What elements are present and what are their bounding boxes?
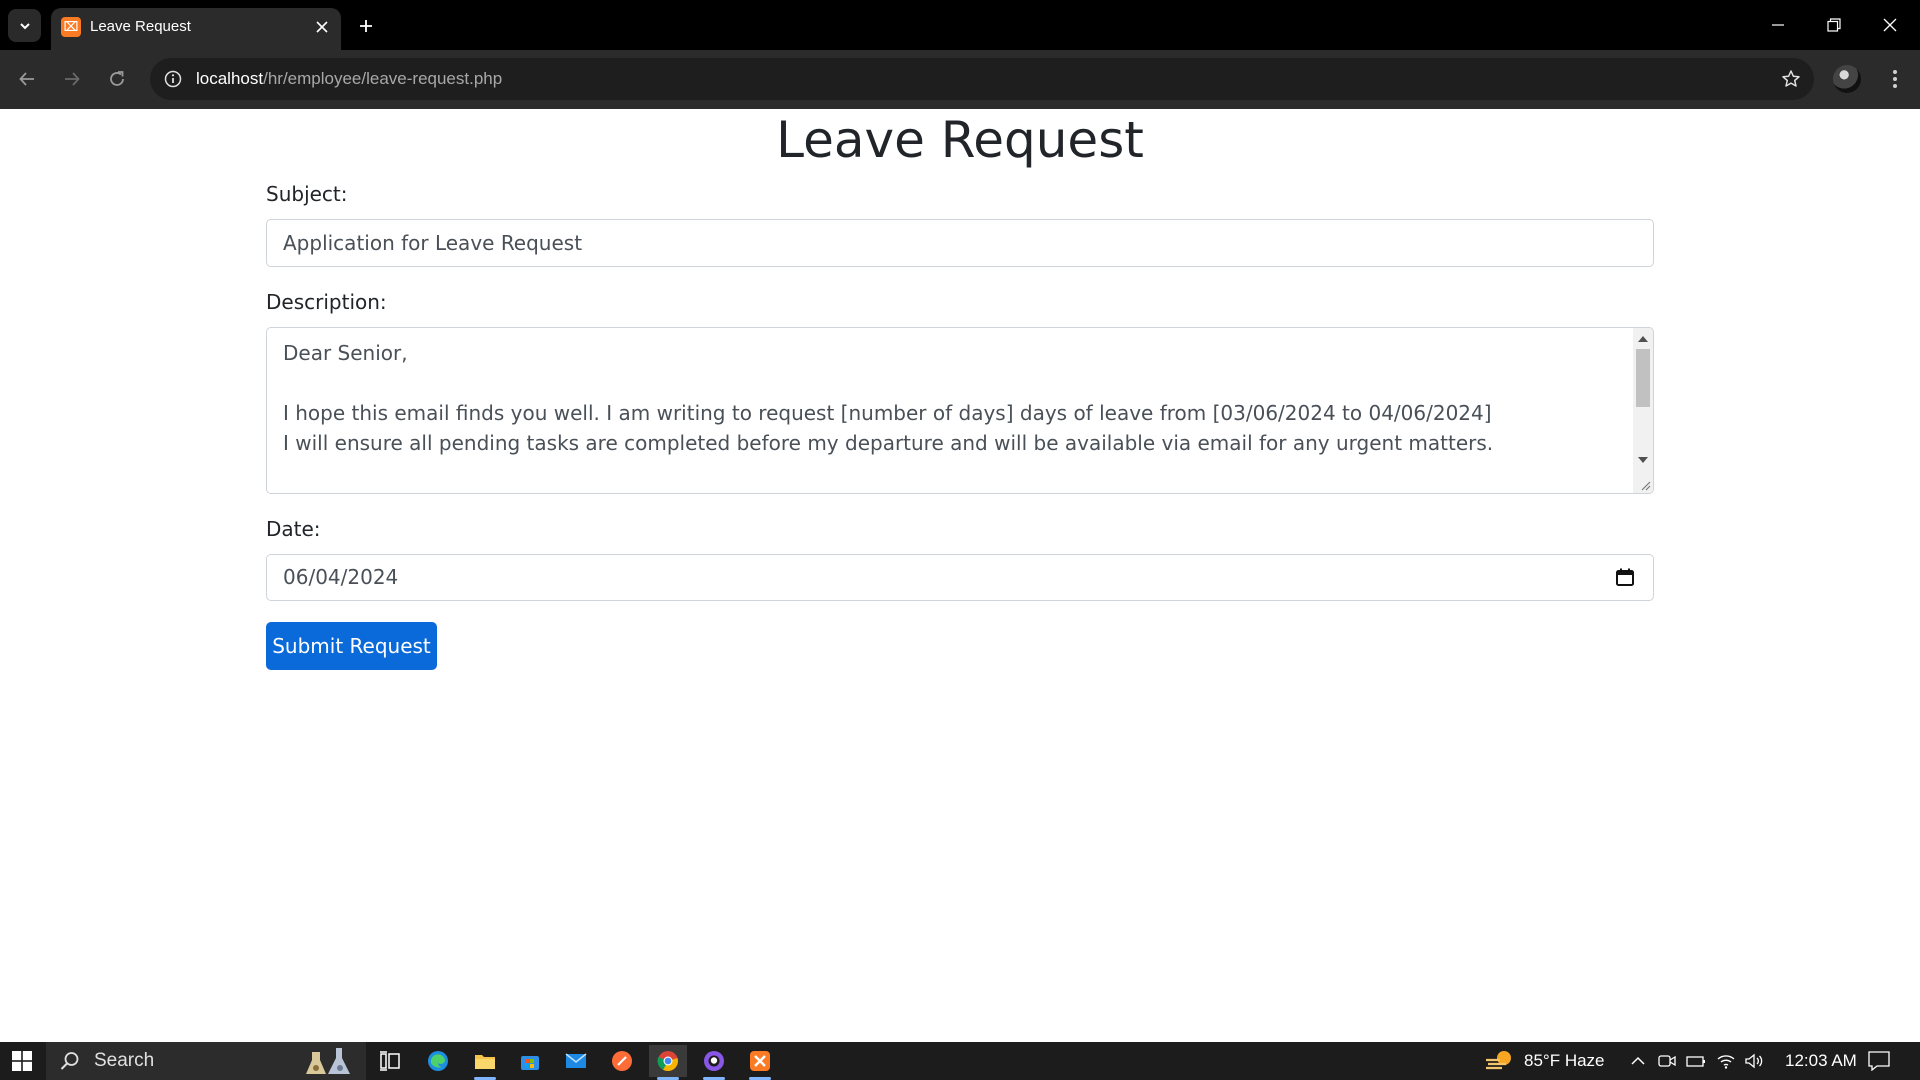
description-line: I hope this email finds you well. I am w… xyxy=(283,401,1492,425)
meet-now-icon[interactable] xyxy=(1658,1052,1676,1070)
scroll-down-arrow-icon[interactable] xyxy=(1638,457,1648,463)
back-button[interactable] xyxy=(10,62,44,96)
windows-taskbar: Search 85°F Haze 12:03 AM xyxy=(0,1042,1920,1080)
battery-icon[interactable] xyxy=(1686,1053,1706,1069)
url-path: /hr/employee/leave-request.php xyxy=(263,69,503,88)
close-icon xyxy=(316,21,328,33)
star-icon xyxy=(1782,70,1800,87)
taskbar-microsoft-store[interactable] xyxy=(511,1045,549,1077)
tab-close-button[interactable] xyxy=(311,16,333,38)
description-label: Description: xyxy=(266,290,387,314)
subject-label: Subject: xyxy=(266,182,348,206)
chevron-up-icon[interactable] xyxy=(1630,1053,1646,1069)
search-icon xyxy=(60,1052,79,1070)
github-icon xyxy=(704,1051,724,1071)
taskbar-mail[interactable] xyxy=(557,1045,595,1077)
profile-avatar[interactable] xyxy=(1833,65,1861,93)
taskbar-xampp[interactable] xyxy=(741,1045,779,1080)
address-bar[interactable]: localhost/hr/employee/leave-request.php xyxy=(150,58,1814,100)
notification-icon xyxy=(1868,1051,1890,1071)
info-icon xyxy=(164,70,182,88)
url-text: localhost/hr/employee/leave-request.php xyxy=(196,69,502,89)
close-window-button[interactable] xyxy=(1862,0,1918,50)
arrow-left-icon xyxy=(19,72,34,86)
search-label: Search xyxy=(94,1050,155,1071)
reload-button[interactable] xyxy=(100,62,134,96)
date-input[interactable]: 06/04/2024 xyxy=(266,554,1654,601)
textarea-scrollbar[interactable] xyxy=(1633,328,1653,493)
arrow-right-icon xyxy=(65,72,80,86)
description-line: Dear Senior, xyxy=(283,341,408,365)
taskbar-file-explorer[interactable] xyxy=(466,1045,504,1080)
page-title: Leave Request xyxy=(776,111,1144,169)
page-content: Leave Request Subject: Application for L… xyxy=(0,109,1920,1042)
haze-weather-icon xyxy=(1486,1051,1511,1070)
weather-text: 85°F Haze xyxy=(1524,1051,1605,1070)
edge-icon xyxy=(428,1051,448,1071)
xampp-favicon-icon: ⌧ xyxy=(61,17,81,37)
resize-grip-icon[interactable] xyxy=(1639,479,1651,491)
minimize-button[interactable] xyxy=(1750,0,1806,50)
windows-logo-icon xyxy=(12,1051,32,1071)
description-line: I will ensure all pending tasks are comp… xyxy=(283,431,1494,455)
browser-tab-strip: ⌧ Leave Request xyxy=(0,0,1920,50)
minimize-icon xyxy=(1772,24,1784,26)
restore-button[interactable] xyxy=(1806,0,1862,50)
new-tab-button[interactable] xyxy=(352,12,380,40)
start-button[interactable] xyxy=(0,1042,44,1080)
plus-icon xyxy=(360,20,372,32)
task-view-icon xyxy=(380,1051,400,1071)
xampp-icon xyxy=(750,1051,770,1071)
clock-time: 12:03 AM xyxy=(1785,1051,1857,1070)
date-value: 06/04/2024 xyxy=(283,565,399,589)
taskbar-postman[interactable] xyxy=(603,1045,641,1077)
browser-menu-button[interactable] xyxy=(1880,62,1910,96)
url-host: localhost xyxy=(196,69,264,88)
scroll-up-arrow-icon[interactable] xyxy=(1638,336,1648,342)
taskbar-search-box[interactable]: Search xyxy=(46,1042,366,1080)
mail-icon xyxy=(565,1053,587,1068)
scrollbar-thumb[interactable] xyxy=(1636,349,1650,407)
more-vertical-icon xyxy=(1893,70,1897,88)
description-textarea[interactable]: Dear Senior, I hope this email finds you… xyxy=(266,327,1654,494)
chevron-down-icon xyxy=(19,22,30,29)
store-icon xyxy=(521,1056,539,1070)
volume-icon[interactable] xyxy=(1744,1053,1764,1069)
browser-toolbar: localhost/hr/employee/leave-request.php xyxy=(0,50,1920,109)
taskbar-github-desktop[interactable] xyxy=(695,1045,733,1080)
task-view-button[interactable] xyxy=(371,1045,409,1077)
site-info-button[interactable] xyxy=(160,66,186,92)
subject-input[interactable]: Application for Leave Request xyxy=(266,219,1654,267)
tab-title: Leave Request xyxy=(90,18,191,35)
taskbar-edge[interactable] xyxy=(419,1045,457,1077)
forward-button[interactable] xyxy=(55,62,89,96)
submit-request-button[interactable]: Submit Request xyxy=(266,622,437,670)
wifi-icon[interactable] xyxy=(1716,1053,1736,1069)
browser-tab-active[interactable]: ⌧ Leave Request xyxy=(51,8,341,50)
close-icon xyxy=(1883,18,1897,32)
taskbar-chrome[interactable] xyxy=(649,1045,687,1080)
reload-icon xyxy=(110,71,124,86)
weather-widget[interactable]: 85°F Haze xyxy=(1484,1042,1605,1080)
bookmark-button[interactable] xyxy=(1778,66,1804,92)
notification-center-button[interactable] xyxy=(1868,1042,1890,1080)
postman-icon xyxy=(612,1051,632,1071)
restore-icon xyxy=(1827,18,1841,32)
clock[interactable]: 12:03 AM xyxy=(1785,1042,1857,1080)
date-label: Date: xyxy=(266,517,321,541)
description-line xyxy=(283,368,1613,398)
tab-search-button[interactable] xyxy=(8,9,41,42)
description-text: Dear Senior, I hope this email finds you… xyxy=(283,338,1613,458)
chrome-icon xyxy=(657,1051,678,1072)
calendar-icon[interactable] xyxy=(1615,567,1635,587)
search-highlight-lab-icon xyxy=(306,1048,350,1074)
folder-icon xyxy=(475,1055,495,1069)
system-tray-icons xyxy=(1630,1042,1764,1080)
